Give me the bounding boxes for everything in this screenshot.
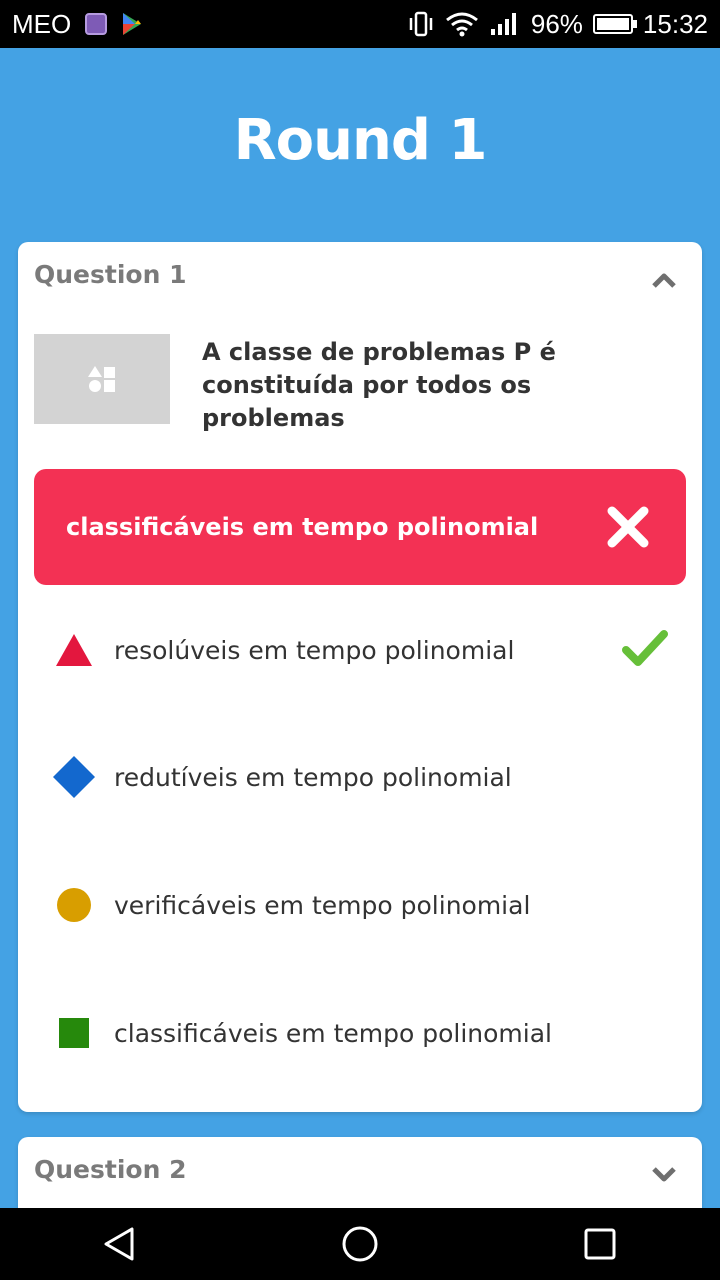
- question-image-placeholder: [34, 334, 170, 424]
- question-card-1: Question 1 A classe de problemas P é con…: [18, 242, 702, 1112]
- correct-check-icon: [622, 630, 668, 666]
- back-button[interactable]: [80, 1208, 160, 1280]
- home-button[interactable]: [320, 1208, 400, 1280]
- wrong-x-icon: [607, 506, 649, 548]
- battery-percent: 96%: [530, 8, 583, 39]
- chevron-up-icon[interactable]: [650, 266, 678, 294]
- answer-option-circle: verificáveis em tempo polinomial: [34, 865, 686, 945]
- home-circle-icon: [342, 1226, 378, 1262]
- answer-option-square: classificáveis em tempo polinomial: [34, 993, 686, 1073]
- option-label: classificáveis em tempo polinomial: [114, 1018, 553, 1048]
- square-icon: [59, 1018, 89, 1048]
- circle-icon: [57, 888, 91, 922]
- carrier-name: MEO: [12, 8, 72, 39]
- round-title: Round 1: [233, 108, 488, 173]
- question-header[interactable]: Question 2: [34, 1155, 186, 1184]
- selected-answer-wrong: classificáveis em tempo polinomial: [34, 469, 686, 585]
- selected-answer-label: classificáveis em tempo polinomial: [66, 513, 539, 541]
- wifi-icon: [445, 12, 478, 37]
- option-label: resolúveis em tempo polinomial: [114, 635, 515, 665]
- chevron-down-icon[interactable]: [650, 1161, 678, 1189]
- gallery-icon: [85, 13, 108, 35]
- status-bar: MEO 96% 15:32: [0, 0, 720, 48]
- recents-square-icon: [584, 1228, 616, 1260]
- vibrate-icon: [409, 11, 433, 37]
- answer-option-diamond: redutíveis em tempo polinomial: [34, 737, 686, 817]
- battery-icon: [592, 14, 637, 34]
- clock: 15:32: [642, 8, 708, 39]
- diamond-icon: [53, 756, 95, 798]
- shapes-icon: [88, 366, 115, 392]
- recents-button[interactable]: [560, 1208, 640, 1280]
- option-label: redutíveis em tempo polinomial: [114, 762, 512, 792]
- triangle-icon: [56, 634, 92, 666]
- question-header[interactable]: Question 1: [34, 260, 186, 289]
- answer-option-triangle: resolúveis em tempo polinomial: [34, 610, 686, 690]
- navigation-bar: [0, 1208, 720, 1280]
- play-store-icon: [123, 13, 142, 35]
- question-text: A classe de problemas P é constituída po…: [202, 338, 556, 432]
- option-label: verificáveis em tempo polinomial: [114, 890, 531, 920]
- signal-icon: [490, 13, 516, 35]
- back-triangle-icon: [104, 1227, 134, 1261]
